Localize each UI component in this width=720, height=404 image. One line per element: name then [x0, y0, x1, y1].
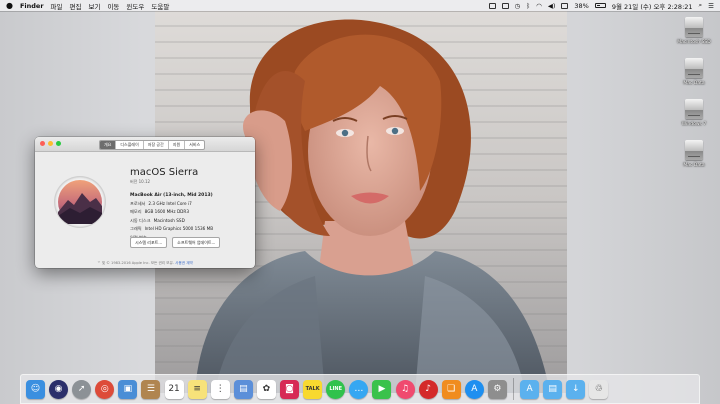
battery-percent[interactable]: 38% [574, 2, 588, 10]
license-agreement-link[interactable]: 사용권 계약 [175, 261, 193, 265]
desktop-disk-mac-data[interactable]: Mac Data [674, 55, 714, 95]
software-update-button[interactable]: 소프트웨어 업데이트... [172, 237, 221, 248]
wifi-icon[interactable]: ◠ [536, 2, 542, 10]
macos-sierra-logo [55, 177, 105, 227]
dock-itunes-icon[interactable]: ♫ [395, 379, 415, 399]
sierra-mountain-icon [58, 180, 102, 224]
tab-storage[interactable]: 저장 공간 [144, 141, 169, 149]
dock-kakaotalk-icon[interactable]: TALK [303, 379, 323, 399]
desktop-disk-macintosh-ssd[interactable]: Macintosh SSD [674, 14, 714, 54]
dock-app-store-icon[interactable]: A [464, 379, 484, 399]
dock-downloads-folder-icon[interactable]: ↓ [566, 379, 586, 399]
dock-chrome-icon[interactable]: ◎ [95, 379, 115, 399]
volume-icon[interactable]: ◀) [548, 2, 556, 10]
spec-processor: 프로세서 2.3 GHz Intel Core i7 [130, 200, 192, 206]
window-close-button[interactable] [40, 141, 45, 146]
notification-center-icon[interactable]: ☰ [708, 2, 714, 10]
tab-overview[interactable]: 개요 [100, 141, 117, 149]
status-app-icon[interactable] [488, 2, 496, 9]
about-this-mac-window: 개요 디스플레이 저장 공간 지원 서비스 macOS Sierra 버전 10… [35, 137, 255, 268]
dock-photo-booth-icon[interactable]: ◙ [280, 379, 300, 399]
dock-photos-icon[interactable]: ✿ [256, 379, 276, 399]
dock-separator [512, 378, 514, 400]
dock-launchpad-icon[interactable]: ➚ [72, 379, 92, 399]
dock-ibooks-icon[interactable]: ❑ [441, 379, 461, 399]
dock-notes-icon[interactable]: ≡ [187, 379, 207, 399]
tab-service[interactable]: 서비스 [185, 141, 204, 149]
bluetooth-icon[interactable]: ᛒ [526, 2, 530, 10]
copyright-text: ™ 및 © 1983-2016 Apple Inc. 모든 권리 보유. 사용권… [97, 261, 193, 265]
menu-window[interactable]: 윈도우 [126, 1, 144, 11]
desktop-disk-icons: Macintosh SSD Mac Data Windows 7 Mac Dat… [674, 14, 714, 178]
dock-messages-icon[interactable]: … [349, 379, 369, 399]
dock-preview-icon[interactable]: ▣ [118, 379, 138, 399]
desktop-disk-windows[interactable]: Windows 7 [674, 96, 714, 136]
menu-go[interactable]: 이동 [107, 1, 119, 11]
battery-icon[interactable] [594, 3, 606, 8]
dock-keynote-icon[interactable]: ▤ [233, 379, 253, 399]
dock-applications-folder-icon[interactable]: A [520, 379, 540, 399]
spec-graphics: 그래픽 Intel HD Graphics 5000 1536 MB [130, 226, 214, 232]
dock-system-preferences-icon[interactable]: ⚙ [487, 379, 507, 399]
dock-documents-folder-icon[interactable]: ▤ [543, 379, 563, 399]
dock-contacts-icon[interactable]: ☰ [141, 379, 161, 399]
dock-line-icon[interactable]: LINE [326, 379, 346, 399]
os-name: macOS Sierra [130, 167, 199, 178]
dock-siri-icon[interactable]: ◉ [49, 379, 69, 399]
tab-displays[interactable]: 디스플레이 [116, 141, 144, 149]
about-tabs: 개요 디스플레이 저장 공간 지원 서비스 [99, 140, 206, 150]
menu-help[interactable]: 도움말 [151, 1, 169, 11]
spotlight-icon[interactable]: ⌕ [699, 1, 703, 10]
menu-file[interactable]: 파일 [51, 1, 63, 11]
hard-drive-icon [685, 140, 703, 160]
apple-menu-icon[interactable]: ● [6, 1, 13, 10]
menu-app-finder[interactable]: Finder [20, 2, 44, 10]
menu-clock[interactable]: 9월 21일 (수) 오후 2:28:21 [612, 1, 693, 11]
dock-netease-music-icon[interactable]: ♪ [418, 379, 438, 399]
system-report-button[interactable]: 시스템 리포트... [130, 237, 168, 248]
dock-finder-icon[interactable]: ☺ [26, 379, 45, 399]
hard-drive-icon [685, 17, 703, 37]
dock: ☺ ◉ ➚ ◎ ▣ ☰ 21 ≡ ⋮ ▤ ✿ ◙ TALK LINE … ▶ ♫… [20, 374, 700, 404]
os-version: 버전 10.12 [130, 179, 151, 184]
menu-view[interactable]: 보기 [88, 1, 100, 11]
input-source-icon[interactable] [561, 2, 569, 9]
dock-trash-icon[interactable]: ♲ [589, 379, 609, 399]
menu-edit[interactable]: 편집 [70, 1, 82, 11]
hard-drive-icon [685, 99, 703, 119]
mac-model: MacBook Air (13-inch, Mid 2013) [130, 193, 213, 198]
window-zoom-button[interactable] [56, 141, 61, 146]
window-titlebar[interactable]: 개요 디스플레이 저장 공간 지원 서비스 [35, 137, 255, 152]
spec-memory: 메모리 8GB 1600 MHz DDR3 [130, 209, 189, 215]
about-info: macOS Sierra 버전 10.12 MacBook Air (13-in… [130, 167, 252, 241]
dock-reminders-icon[interactable]: ⋮ [210, 379, 230, 399]
window-minimize-button[interactable] [48, 141, 53, 146]
dock-facetime-icon[interactable]: ▶ [372, 379, 392, 399]
desktop-disk-mac-data-2[interactable]: Mac Data [674, 137, 714, 177]
menu-bar: ● Finder 파일 편집 보기 이동 윈도우 도움말 ◷ ᛒ ◠ ◀) 38… [0, 0, 720, 11]
status-app-icon-2[interactable] [501, 2, 509, 9]
spec-startup-disk: 시동 디스크 Macintosh SSD [130, 217, 185, 223]
timemachine-icon[interactable]: ◷ [515, 2, 521, 10]
dock-calendar-icon[interactable]: 21 [164, 379, 184, 399]
hard-drive-icon [685, 58, 703, 78]
tab-support[interactable]: 지원 [169, 141, 186, 149]
